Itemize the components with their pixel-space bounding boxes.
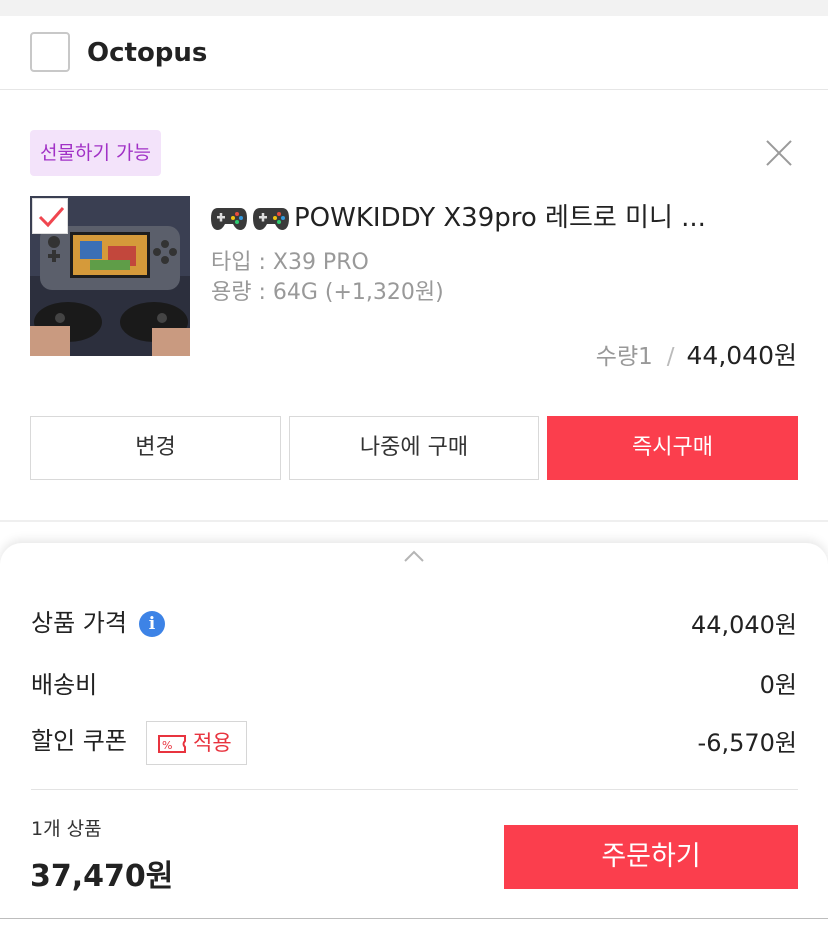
option-storage: 용량 : 64G (+1,320원) (211, 280, 444, 305)
gamepad-icon (253, 208, 289, 230)
item-price: 44,040원 (686, 341, 797, 370)
product-title-text: POWKIDDY X39pro 레트로 미니 ... (294, 203, 706, 233)
buy-now-button[interactable]: 즉시구매 (547, 416, 798, 480)
info-icon[interactable]: i (138, 611, 165, 637)
remove-item-close-icon[interactable] (762, 136, 796, 170)
top-strip (0, 0, 828, 16)
coupon-label: 할인 쿠폰 (31, 727, 127, 755)
bottom-divider (0, 918, 828, 919)
panel-divider (31, 789, 798, 790)
svg-text:%: % (162, 739, 172, 752)
quantity-label: 수량1 (595, 344, 653, 370)
product-price-row: 상품 가격 i (31, 605, 165, 641)
order-button[interactable]: 주문하기 (504, 825, 798, 889)
buy-later-button[interactable]: 나중에 구매 (289, 416, 539, 480)
product-price-value: 44,040원 (690, 611, 797, 639)
store-header: Octopus (0, 16, 828, 90)
total-price: 37,470원 (30, 859, 174, 894)
shipping-value: 0원 (759, 671, 797, 699)
checkmark-icon (38, 207, 65, 228)
gift-available-badge: 선물하기 가능 (30, 130, 161, 176)
gamepad-icon (211, 208, 247, 230)
separator: / (666, 344, 675, 370)
apply-coupon-button[interactable]: % 적용 (146, 721, 247, 765)
item-count: 1개 상품 (31, 818, 102, 840)
option-type: 타입 : X39 PRO (211, 250, 369, 275)
change-option-button[interactable]: 변경 (30, 416, 281, 480)
product-title[interactable]: POWKIDDY X39pro 레트로 미니 ... (210, 198, 770, 238)
coupon-icon: % (158, 735, 186, 753)
shipping-label: 배송비 (31, 671, 98, 699)
store-name[interactable]: Octopus (87, 36, 207, 70)
chevron-up-icon[interactable] (403, 549, 425, 563)
product-price-label: 상품 가격 (31, 609, 127, 637)
coupon-discount-value: -6,570원 (697, 729, 797, 757)
product-thumbnail[interactable] (30, 196, 190, 356)
quantity-price: 수량1 / 44,040원 (596, 338, 797, 375)
apply-coupon-label: 적용 (193, 731, 232, 755)
order-summary-panel: 상품 가격 i 44,040원 배송비 0원 할인 쿠폰 % 적용 -6,570원… (0, 543, 828, 926)
item-select-checkbox[interactable] (32, 198, 68, 234)
section-divider (0, 520, 828, 522)
store-select-checkbox[interactable] (30, 32, 70, 72)
